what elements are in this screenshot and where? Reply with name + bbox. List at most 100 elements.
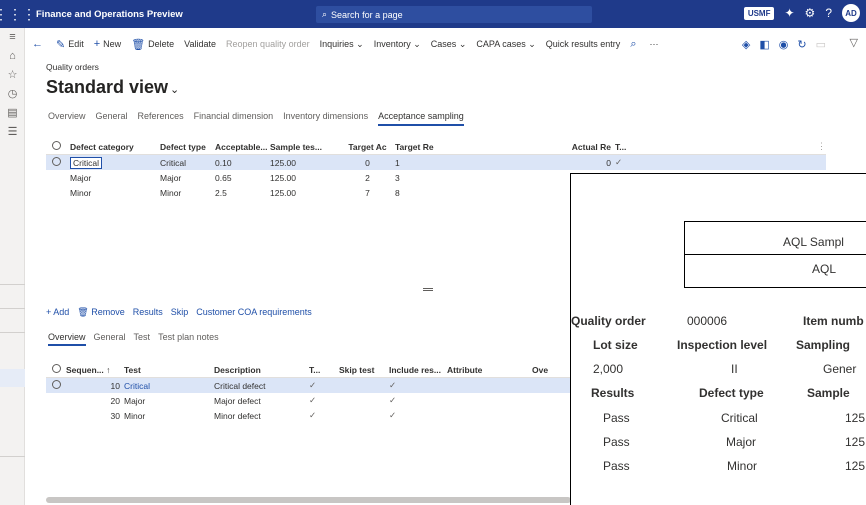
column-options-icon[interactable]: ⋮ [817,141,826,152]
menu-icon[interactable]: ≡ [0,28,25,47]
clock-icon[interactable]: ◷ [0,85,25,104]
select-all-radio[interactable] [52,364,61,373]
tab-overview[interactable]: Overview [48,111,86,126]
office-icon[interactable]: ◧ [759,38,769,51]
report-defect: Major [726,435,757,449]
lines-tabs: Overview General Test Test plan notes [48,332,219,346]
home-icon[interactable]: ⌂ [0,47,25,66]
col-acceptable[interactable]: Acceptable... [215,142,270,152]
check-icon: ✓ [615,157,623,167]
skip-button[interactable]: Skip [171,307,189,318]
col-skip-test[interactable]: Skip test [339,365,389,375]
modules-icon[interactable]: ☰ [0,123,25,142]
test-link[interactable]: Critical [124,381,214,391]
col-sequence[interactable]: Sequen... ↑ [66,365,124,375]
capa-menu[interactable]: CAPA cases ⌄ [476,39,535,50]
defect-category-cell[interactable]: Critical [70,156,102,169]
grid-header: Sequen... ↑ Test Description T... Skip t… [46,362,576,378]
rail-selected-item [0,369,25,387]
top-bar: ⋮⋮⋮ Finance and Operations Preview ⌕ Sea… [0,0,866,28]
inquiries-menu[interactable]: Inquiries ⌄ [320,39,364,50]
tab-references[interactable]: References [138,111,184,126]
filter-icon[interactable]: ▽ [850,36,858,49]
col-attribute[interactable]: Attribute [447,365,532,375]
col-actual-re[interactable]: Actual Re [465,142,615,152]
star-icon[interactable]: ☆ [0,66,25,85]
col-test[interactable]: Test [124,365,214,375]
tab-financial-dimension[interactable]: Financial dimension [194,111,274,126]
add-button[interactable]: + Add [46,307,69,318]
table-row[interactable]: Critical Critical 0.10 125.00 0 1 0 ✓ [46,155,826,170]
search-input[interactable]: ⌕ Search for a page [316,6,592,23]
table-cell: 10 [110,380,120,391]
tab-acceptance-sampling[interactable]: Acceptance sampling [378,111,464,126]
avatar[interactable]: AD [842,4,860,22]
select-all-radio[interactable] [52,141,61,150]
results-label: Results [591,386,635,400]
cases-menu[interactable]: Cases ⌄ [431,39,467,50]
edit-button[interactable]: ✎ Edit [56,38,84,51]
diamond-icon[interactable]: ◈ [742,38,750,51]
reopen-button[interactable]: Reopen quality order [226,39,310,49]
col-t[interactable]: T... [309,365,339,375]
report-defect: Minor [727,459,758,473]
delete-button[interactable]: 🗑 Delete [131,38,174,51]
tab-lines-test[interactable]: Test [134,332,151,346]
page-title[interactable]: Standard view ⌄ [46,77,179,98]
horizontal-scrollbar[interactable] [46,497,571,503]
col-target-ac[interactable]: Target Ac [340,142,395,152]
action-search-icon[interactable]: ⌕ [630,38,639,51]
new-button[interactable]: + New [94,38,121,50]
table-cell: 2.5 [215,187,227,198]
col-ove[interactable]: Ove [532,365,572,375]
col-defect-type[interactable]: Defect type [160,142,215,152]
col-description[interactable]: Description [214,365,309,375]
tab-general[interactable]: General [96,111,128,126]
table-row[interactable]: 10 Critical Critical defect ✓ ✓ [46,378,576,393]
tab-lines-test-plan-notes[interactable]: Test plan notes [158,332,219,346]
open-new-window-icon[interactable]: ▭ [816,38,826,51]
table-row[interactable]: 30 Minor Minor defect ✓ ✓ [46,408,576,423]
col-defect-category[interactable]: Defect category [66,142,160,152]
table-cell: 30 [110,410,120,421]
help-icon[interactable]: ? [825,6,832,20]
company-picker[interactable]: USMF [743,6,775,20]
copilot-icon[interactable]: ✦ [784,6,794,20]
gear-icon[interactable]: ⚙ [805,6,816,20]
tab-lines-overview[interactable]: Overview [48,332,86,346]
breadcrumb: Quality orders [46,62,99,72]
customer-coa-button[interactable]: Customer COA requirements [196,307,312,318]
app-launcher-icon[interactable]: ⋮⋮⋮ [0,0,36,28]
col-include-results[interactable]: Include res... [389,365,447,375]
search-icon: ⌕ [322,9,328,19]
more-button[interactable]: ··· [649,39,658,49]
back-button[interactable]: ← [32,38,46,50]
row-radio[interactable] [52,380,61,389]
inventory-menu[interactable]: Inventory ⌄ [374,39,421,50]
tab-lines-general[interactable]: General [94,332,126,346]
sort-up-icon: ↑ [106,364,111,375]
report-result: Pass [603,411,630,425]
table-cell: Critical defect [214,380,266,391]
quick-results-button[interactable]: Quick results entry [546,39,621,49]
sampling-label: Sampling [796,338,851,352]
attachments-icon[interactable]: ◉ [779,38,789,51]
report-defect: Critical [721,411,758,425]
col-t[interactable]: T... [615,142,655,152]
pane-splitter[interactable] [423,288,433,291]
report-title: AQL Sampl [783,235,844,249]
defect-type-label: Defect type [699,386,764,400]
col-sample-test[interactable]: Sample tes... [270,142,340,152]
item-number-label: Item numb [803,314,864,328]
trash-icon: 🗑 [77,307,92,317]
validate-button[interactable]: Validate [184,39,216,49]
tab-inventory-dimensions[interactable]: Inventory dimensions [283,111,368,126]
row-radio[interactable] [52,157,61,166]
col-target-re[interactable]: Target Re [395,142,465,152]
refresh-icon[interactable]: ↻ [797,38,806,51]
results-button[interactable]: Results [133,307,163,318]
remove-button[interactable]: 🗑 Remove [77,307,124,318]
workspace-icon[interactable]: ▤ [0,104,25,123]
table-cell: 20 [110,395,120,406]
table-row[interactable]: 20 Major Major defect ✓ ✓ [46,393,576,408]
